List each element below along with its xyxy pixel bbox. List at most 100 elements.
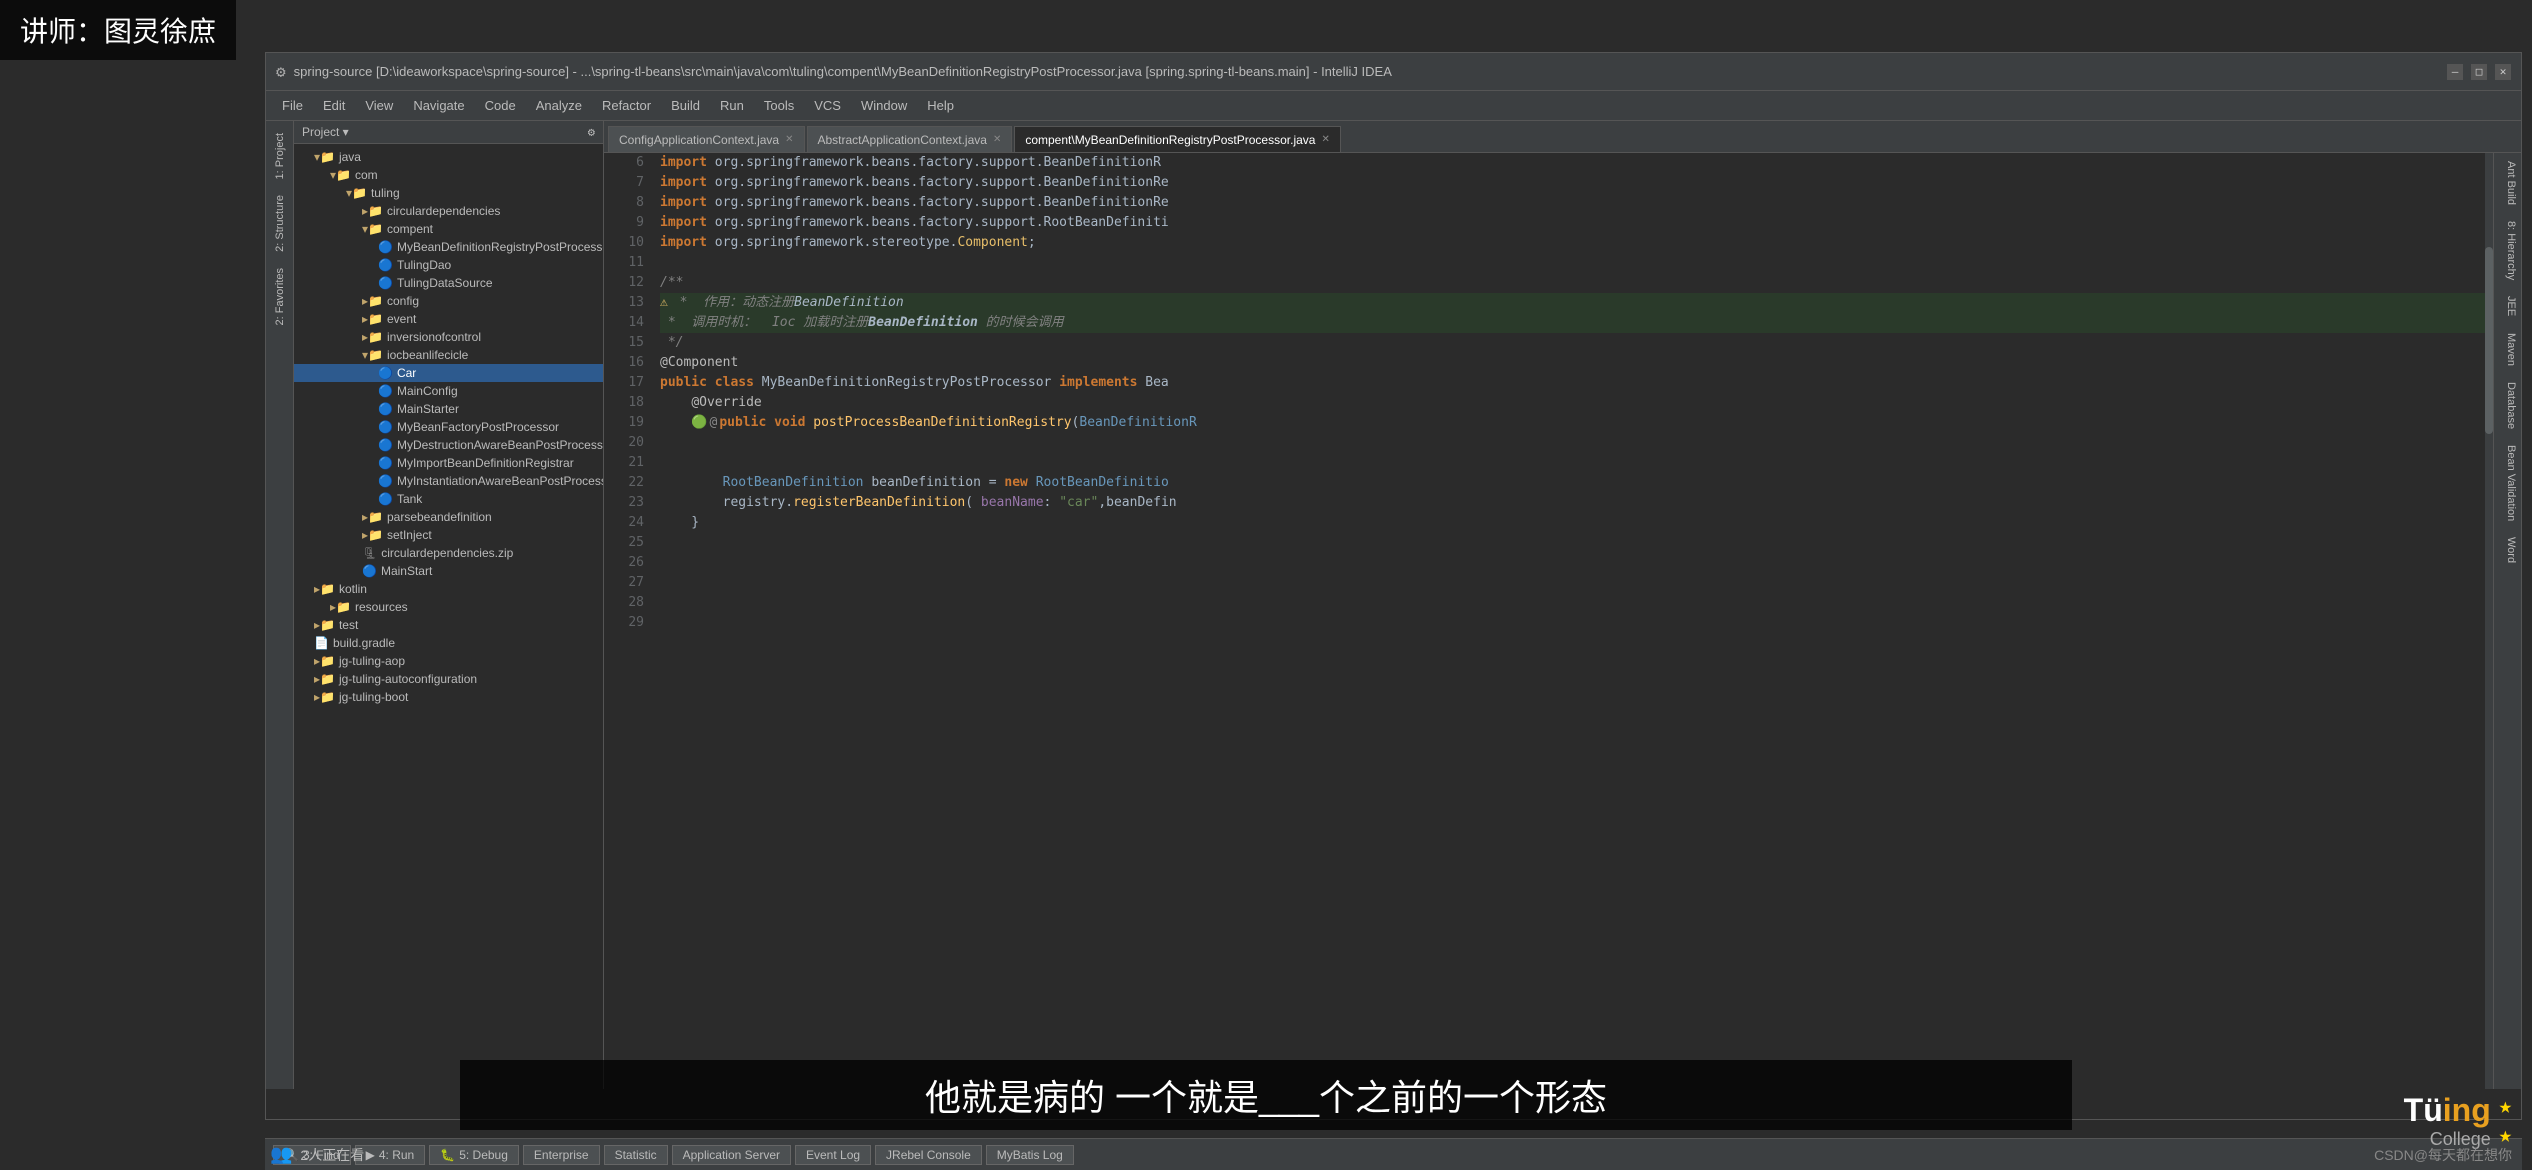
right-tab-hierarchy[interactable]: 8: Hierarchy — [2494, 213, 2521, 288]
menu-edit[interactable]: Edit — [315, 96, 353, 115]
code-line-7: import org.springframework.beans.factory… — [660, 173, 2485, 193]
bottom-tab-run[interactable]: ▶ 4: Run — [355, 1145, 426, 1165]
list-item[interactable]: 🔵 MyDestructionAwareBeanPostProcessor — [294, 436, 603, 454]
right-tab-word[interactable]: Word — [2494, 529, 2521, 571]
vertical-scrollbar[interactable] — [2485, 153, 2493, 1089]
tab-mybean-def-registry[interactable]: compent\MyBeanDefinitionRegistryPostProc… — [1014, 126, 1341, 152]
list-item[interactable]: 🔵 MyImportBeanDefinitionRegistrar — [294, 454, 603, 472]
maximize-button[interactable]: □ — [2471, 64, 2487, 80]
file-tree-actions[interactable]: ⚙ — [588, 125, 595, 139]
right-tab-jee[interactable]: JEE — [2494, 288, 2521, 324]
tab-close-icon[interactable]: ✕ — [785, 134, 793, 145]
list-item[interactable]: ▸📁 kotlin — [294, 580, 603, 598]
menu-navigate[interactable]: Navigate — [405, 96, 472, 115]
list-item[interactable]: 📄 build.gradle — [294, 634, 603, 652]
list-item[interactable]: ▾📁 iocbeanlifecicle — [294, 346, 603, 364]
list-item[interactable]: ▾📁 tuling — [294, 184, 603, 202]
right-tab-database[interactable]: Database — [2494, 374, 2521, 437]
right-tab-maven[interactable]: Maven — [2494, 325, 2521, 374]
tab-favorites[interactable]: 2: Favorites — [270, 260, 290, 333]
list-item[interactable]: 🗜 circulardependencies.zip — [294, 544, 603, 562]
list-item[interactable]: ▸📁 circulardependencies — [294, 202, 603, 220]
folder-open-icon: ▾📁 — [362, 222, 383, 236]
list-item[interactable]: ▸📁 setInject — [294, 526, 603, 544]
menu-analyze[interactable]: Analyze — [528, 96, 590, 115]
menu-refactor[interactable]: Refactor — [594, 96, 659, 115]
list-item[interactable]: ▾📁 compent — [294, 220, 603, 238]
tab-structure[interactable]: 2: Structure — [270, 187, 290, 260]
code-line-12: /** — [660, 273, 2485, 293]
code-line-16: @Component — [660, 353, 2485, 373]
bottom-tab-enterprise[interactable]: Enterprise — [523, 1145, 600, 1165]
close-button[interactable]: ✕ — [2495, 64, 2511, 80]
menu-vcs[interactable]: VCS — [806, 96, 849, 115]
tab-abstract-app-context[interactable]: AbstractApplicationContext.java ✕ — [807, 126, 1013, 152]
list-item[interactable]: ▾📁 java — [294, 148, 603, 166]
bottom-tab-eventlog[interactable]: Event Log — [795, 1145, 871, 1165]
bottom-tab-mybatis[interactable]: MyBatis Log — [986, 1145, 1074, 1165]
list-item[interactable]: ▸📁 inversionofcontrol — [294, 328, 603, 346]
code-line-14: * 调用时机： Ioc 加载时注册BeanDefinition 的时候会调用 — [660, 313, 2485, 333]
code-line-21 — [660, 453, 2485, 473]
tab-config-app-context[interactable]: ConfigApplicationContext.java ✕ — [608, 126, 805, 152]
list-item[interactable]: ▸📁 jg-tuling-aop — [294, 652, 603, 670]
java-class-icon: 🔵 — [362, 564, 377, 578]
list-item[interactable]: 🔵 Tank — [294, 490, 603, 508]
list-item[interactable]: ▾📁 com — [294, 166, 603, 184]
folder-collapsed-icon: ▸📁 — [314, 582, 335, 596]
bottom-tab-statistic[interactable]: Statistic — [604, 1145, 668, 1165]
bottom-tab-debug[interactable]: 🐛 5: Debug — [429, 1145, 519, 1165]
minimize-button[interactable]: — — [2447, 64, 2463, 80]
java-class-icon: 🔵 — [378, 240, 393, 254]
list-item[interactable]: ▸📁 event — [294, 310, 603, 328]
list-item[interactable]: 🔵 MyBeanDefinitionRegistryPostProcessor — [294, 238, 603, 256]
file-tree-header: Project ▾ ⚙ — [294, 121, 603, 144]
list-item[interactable]: 🔵 MainStarter — [294, 400, 603, 418]
title-bar: ⚙ spring-source [D:\ideaworkspace\spring… — [266, 53, 2521, 91]
menu-code[interactable]: Code — [477, 96, 524, 115]
tab-label: compent\MyBeanDefinitionRegistryPostProc… — [1025, 133, 1315, 147]
list-item[interactable]: 🔵 MyBeanFactoryPostProcessor — [294, 418, 603, 436]
folder-open-icon: ▾📁 — [314, 150, 335, 164]
code-line-24: } — [660, 513, 2485, 533]
list-item[interactable]: ▸📁 jg-tuling-boot — [294, 688, 603, 706]
star-icon-1: ★ — [2499, 1094, 2512, 1119]
bottom-tab-appserver[interactable]: Application Server — [672, 1145, 791, 1165]
menu-window[interactable]: Window — [853, 96, 915, 115]
code-line-11 — [660, 253, 2485, 273]
title-bar-left: ⚙ spring-source [D:\ideaworkspace\spring… — [276, 62, 1392, 81]
folder-collapsed-icon: ▸📁 — [362, 510, 383, 524]
code-line-6: import org.springframework.beans.factory… — [660, 153, 2485, 173]
tab-close-icon[interactable]: ✕ — [1321, 134, 1329, 145]
list-item[interactable]: ▸📁 parsebeandefinition — [294, 508, 603, 526]
tab-project[interactable]: 1: Project — [270, 125, 290, 187]
list-item[interactable]: 🔵 TulingDao — [294, 256, 603, 274]
code-content[interactable]: import org.springframework.beans.factory… — [652, 153, 2485, 1089]
tuling-logo: Tüing College ★ ★ — [2404, 1092, 2512, 1150]
code-line-19: 🟢@ public void postProcessBeanDefinition… — [660, 413, 2485, 433]
menu-file[interactable]: File — [274, 96, 311, 115]
list-item[interactable]: 🔵 MainStart — [294, 562, 603, 580]
right-tab-ant-build[interactable]: Ant Build — [2494, 153, 2521, 213]
list-item[interactable]: 🔵 Car — [294, 364, 603, 382]
list-item[interactable]: ▸📁 jg-tuling-autoconfiguration — [294, 670, 603, 688]
menu-run[interactable]: Run — [712, 96, 752, 115]
watermark: 讲师：图灵徐庶 — [0, 0, 236, 60]
code-line-25 — [660, 533, 2485, 553]
menu-build[interactable]: Build — [663, 96, 708, 115]
list-item[interactable]: ▸📁 config — [294, 292, 603, 310]
tab-close-icon[interactable]: ✕ — [993, 134, 1001, 145]
scrollbar-thumb[interactable] — [2485, 247, 2493, 434]
list-item[interactable]: ▸📁 resources — [294, 598, 603, 616]
right-tab-bean-validation[interactable]: Bean Validation — [2494, 437, 2521, 529]
list-item[interactable]: 🔵 MainConfig — [294, 382, 603, 400]
menu-view[interactable]: View — [357, 96, 401, 115]
menu-tools[interactable]: Tools — [756, 96, 802, 115]
menu-help[interactable]: Help — [919, 96, 962, 115]
list-item[interactable]: ▸📁 test — [294, 616, 603, 634]
list-item[interactable]: 🔵 TulingDataSource — [294, 274, 603, 292]
folder-collapsed-icon: ▸📁 — [362, 294, 383, 308]
bottom-tab-jrebel[interactable]: JRebel Console — [875, 1145, 982, 1165]
list-item[interactable]: 🔵 MyInstantiationAwareBeanPostProcessor — [294, 472, 603, 490]
file-tree-content[interactable]: ▾📁 java ▾📁 com ▾📁 tuling — [294, 144, 603, 1089]
